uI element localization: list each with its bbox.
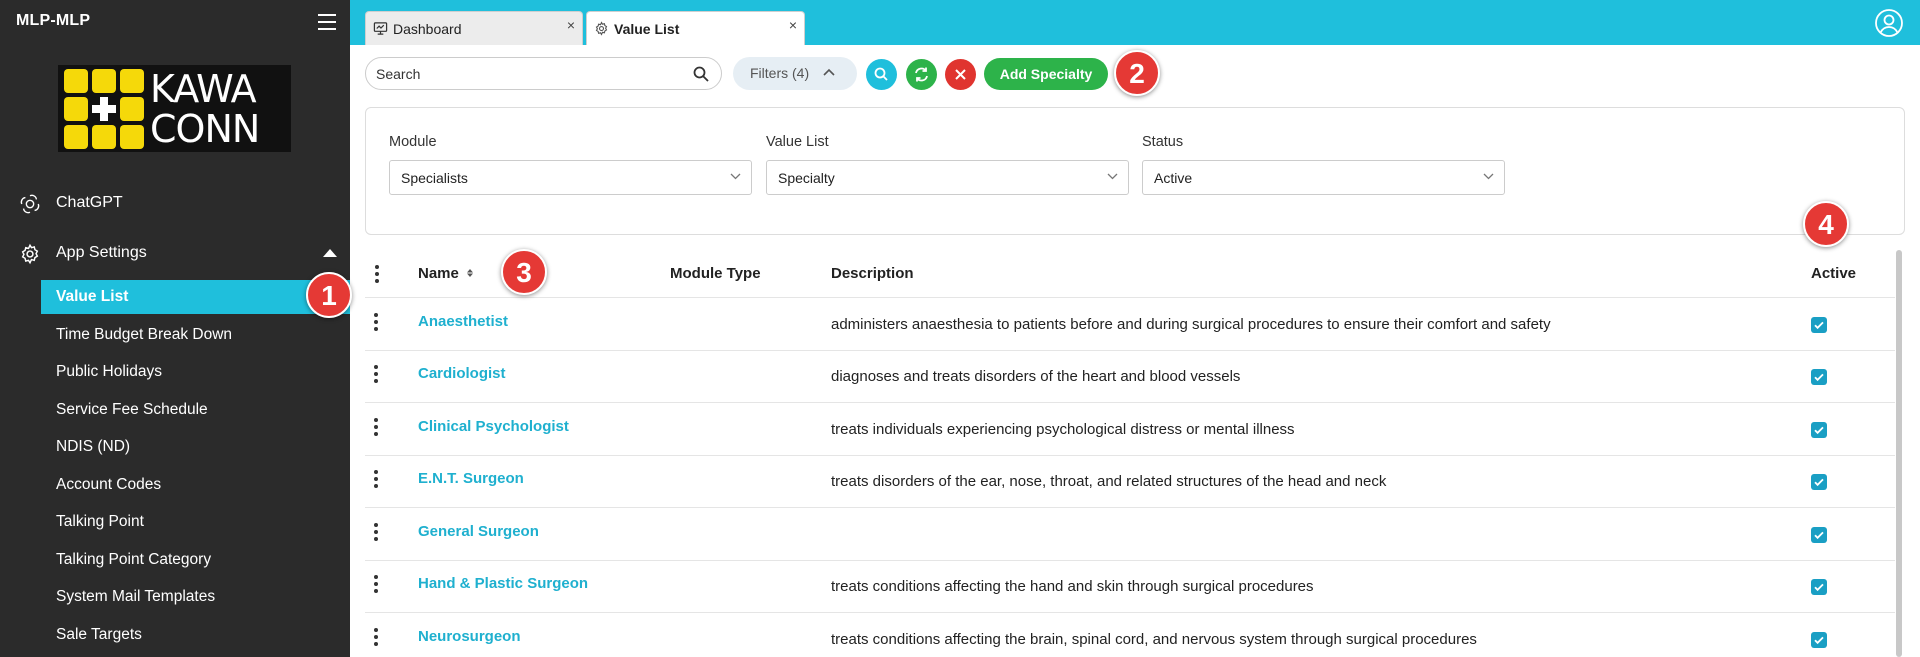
tab-dashboard[interactable]: Dashboard × [365,11,583,45]
row-name-link[interactable]: Cardiologist [418,365,506,382]
filter-module-label: Module [389,134,437,150]
gear-icon [595,21,608,36]
row-actions-kebab-icon[interactable] [374,470,378,491]
active-checkbox[interactable] [1811,632,1827,648]
active-checkbox[interactable] [1811,422,1827,438]
dashboard-icon [373,22,388,35]
active-checkbox[interactable] [1811,579,1827,595]
app-title: MLP-MLP [16,12,91,29]
row-actions-kebab-icon[interactable] [374,523,378,544]
sidebar-item-label: ChatGPT [56,194,123,211]
logo-text: KAWA CONN [150,67,260,151]
column-header-module-type[interactable]: Module Type [670,265,761,282]
annotation-badge-4: 4 [1803,201,1849,247]
caret-up-icon[interactable] [323,249,337,257]
table-scrollbar[interactable] [1896,250,1902,657]
chevron-down-icon [730,173,741,180]
refresh-button[interactable] [906,59,937,90]
annotation-badge-1: 1 [306,272,352,318]
row-description: treats disorders of the ear, nose, throa… [831,473,1387,490]
row-description: administers anaesthesia to patients befo… [831,316,1551,333]
row-name-link[interactable]: Anaesthetist [418,313,508,330]
sidebar-item-system-mail-templates[interactable]: System Mail Templates [56,588,215,606]
row-description: treats individuals experiencing psycholo… [831,421,1295,438]
status-select[interactable]: Active [1142,160,1505,195]
chevron-up-icon [823,68,835,76]
row-name-link[interactable]: Clinical Psychologist [418,418,569,435]
divider [365,507,1895,508]
sidebar-item-sale-targets[interactable]: Sale Targets [56,626,142,644]
row-name-link[interactable]: Neurosurgeon [418,628,521,645]
sort-icon[interactable] [466,268,474,278]
clear-button[interactable] [945,59,976,90]
column-header-description[interactable]: Description [831,265,914,282]
module-select[interactable]: Specialists [389,160,752,195]
column-header-name[interactable]: Name [418,265,474,282]
sidebar-item-chatgpt[interactable]: ChatGPT [0,183,350,223]
row-name-link[interactable]: Hand & Plastic Surgeon [418,575,588,592]
row-actions-kebab-icon[interactable] [374,628,378,649]
logo-grid-icon [64,69,144,149]
filter-value-list-label: Value List [766,134,829,150]
divider [365,350,1895,351]
sidebar: MLP-MLP KAWA CONN ChatGPT App Settings V… [0,0,350,657]
hamburger-menu-icon[interactable] [318,14,336,30]
chevron-down-icon [1483,173,1494,180]
row-description: treats conditions affecting the hand and… [831,578,1314,595]
refresh-icon [915,67,928,82]
close-icon [955,69,966,80]
annotation-badge-2: 2 [1114,50,1160,96]
user-account-icon[interactable] [1874,8,1904,38]
row-actions-kebab-icon[interactable] [374,313,378,334]
sidebar-item-app-settings[interactable]: App Settings [0,233,350,273]
sidebar-item-talking-point[interactable]: Talking Point [56,513,144,531]
sidebar-item-value-list[interactable]: Value List [41,280,350,314]
tab-value-list[interactable]: Value List × [586,11,805,45]
active-checkbox[interactable] [1811,474,1827,490]
sidebar-item-time-budget[interactable]: Time Budget Break Down [56,326,232,344]
column-header-active[interactable]: Active [1811,265,1856,282]
row-name-link[interactable]: E.N.T. Surgeon [418,470,524,487]
chatgpt-icon [20,194,40,214]
sidebar-item-public-holidays[interactable]: Public Holidays [56,363,162,381]
search-button[interactable] [866,59,897,90]
divider [365,455,1895,456]
row-description: treats conditions affecting the brain, s… [831,631,1477,648]
sidebar-item-account-codes[interactable]: Account Codes [56,476,161,494]
filter-status-label: Status [1142,134,1184,150]
search-box [365,57,722,90]
close-icon[interactable]: × [789,17,797,33]
divider [365,560,1895,561]
gear-icon [21,243,39,265]
row-name-link[interactable]: General Surgeon [418,523,539,540]
active-checkbox[interactable] [1811,317,1827,333]
row-description: diagnoses and treats disorders of the he… [831,368,1241,385]
add-specialty-button[interactable]: Add Specialty [984,58,1108,90]
row-actions-kebab-icon[interactable] [374,365,378,386]
divider [365,402,1895,403]
sidebar-item-label: App Settings [56,244,147,261]
search-input[interactable] [376,64,676,84]
divider [365,612,1895,613]
search-icon[interactable] [693,66,709,82]
active-checkbox[interactable] [1811,369,1827,385]
chevron-down-icon [1107,173,1118,180]
filters-toggle-button[interactable]: Filters (4) [733,57,857,90]
divider [365,297,1895,298]
sidebar-item-talking-point-category[interactable]: Talking Point Category [56,551,211,569]
value-list-select[interactable]: Specialty [766,160,1129,195]
row-actions-kebab-icon[interactable] [374,575,378,596]
annotation-badge-3: 3 [501,249,547,295]
search-icon [874,67,888,81]
close-icon[interactable]: × [567,17,575,33]
logo: KAWA CONN [58,65,291,152]
active-checkbox[interactable] [1811,527,1827,543]
sidebar-item-ndis[interactable]: NDIS (ND) [56,438,130,456]
row-actions-kebab-icon[interactable] [374,418,378,439]
sidebar-item-service-fee[interactable]: Service Fee Schedule [56,401,208,419]
column-options-kebab-icon[interactable] [375,265,379,286]
